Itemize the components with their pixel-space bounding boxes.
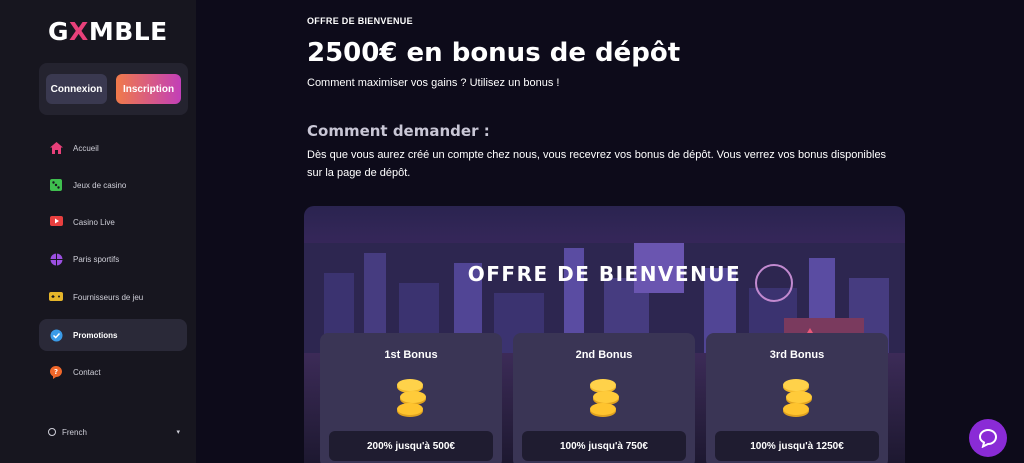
bonus-card-title: 3rd Bonus (769, 349, 825, 361)
welcome-offer-banner: OFFRE DE BIENVENUE 1st Bonus 200% jusqu'… (304, 206, 905, 463)
coins-icon (783, 379, 812, 417)
sidebar-item-casino-live[interactable]: Casino Live (39, 206, 187, 238)
page-title: 2500€ en bonus de dépôt (307, 38, 681, 68)
live-icon (49, 215, 63, 229)
globe-icon (48, 428, 56, 436)
banner-title: OFFRE DE BIENVENUE (467, 262, 742, 286)
gamepad-icon (49, 290, 63, 304)
how-to-title: Comment demander : (307, 122, 490, 140)
language-selector[interactable]: French ▾ (48, 424, 180, 440)
sidebar-item-paris[interactable]: Paris sportifs (39, 243, 187, 275)
language-label: French (62, 427, 87, 437)
coins-icon (590, 379, 619, 417)
app: G X MBLE Connexion Inscription Accueil Jeu… (0, 0, 1024, 463)
sidebar-item-label: Accueil (73, 143, 99, 153)
sidebar-item-label: Paris sportifs (73, 254, 120, 264)
bonus-offer: 100% jusqu'à 1250€ (715, 431, 879, 461)
bonus-offer: 200% jusqu'à 500€ (329, 431, 493, 461)
chat-button[interactable] (969, 419, 1007, 457)
sidebar: G X MBLE Connexion Inscription Accueil Jeu… (0, 0, 196, 463)
sidebar-item-label: Promotions (73, 330, 118, 340)
bonus-card-title: 1st Bonus (384, 349, 438, 361)
signup-button[interactable]: Inscription (116, 74, 181, 104)
bonus-card-title: 2nd Bonus (575, 349, 633, 361)
logo-text-start: G (48, 17, 70, 46)
how-to-text: Dès que vous aurez créé un compte chez n… (307, 149, 887, 179)
svg-text:?: ? (54, 368, 58, 376)
logo-x: X (69, 17, 89, 46)
coins-icon (397, 379, 426, 417)
chevron-down-icon: ▾ (176, 429, 180, 436)
sidebar-item-accueil[interactable]: Accueil (39, 132, 187, 164)
logo-text-end: MBLE (88, 17, 168, 46)
sidebar-item-contact[interactable]: ? Contact (39, 356, 187, 388)
help-icon: ? (49, 365, 63, 379)
sidebar-item-label: Fournisseurs de jeu (73, 292, 144, 302)
sidebar-item-fournisseurs[interactable]: Fournisseurs de jeu (39, 281, 187, 313)
bonus-card-1: 1st Bonus 200% jusqu'à 500€ (320, 333, 502, 463)
chat-icon (978, 428, 998, 448)
badge-check-icon (49, 328, 63, 342)
sidebar-item-casino[interactable]: Jeux de casino (39, 169, 187, 201)
sidebar-item-label: Casino Live (73, 217, 115, 227)
main-content: OFFRE DE BIENVENUE 2500€ en bonus de dép… (196, 0, 1024, 463)
bonus-card-3: 3rd Bonus 100% jusqu'à 1250€ (706, 333, 888, 463)
bonus-offer: 100% jusqu'à 750€ (522, 431, 686, 461)
dice-icon (49, 178, 63, 192)
bonus-card-2: 2nd Bonus 100% jusqu'à 750€ (513, 333, 695, 463)
home-icon (49, 141, 63, 155)
sidebar-item-promotions[interactable]: Promotions (39, 319, 187, 351)
logo[interactable]: G X MBLE (48, 17, 168, 46)
login-button[interactable]: Connexion (46, 74, 107, 104)
page-subtitle: Comment maximiser vos gains ? Utilisez u… (307, 77, 560, 89)
sidebar-item-label: Contact (73, 367, 101, 377)
ball-icon (49, 252, 63, 266)
sidebar-item-label: Jeux de casino (73, 180, 127, 190)
eyebrow: OFFRE DE BIENVENUE (307, 16, 413, 26)
